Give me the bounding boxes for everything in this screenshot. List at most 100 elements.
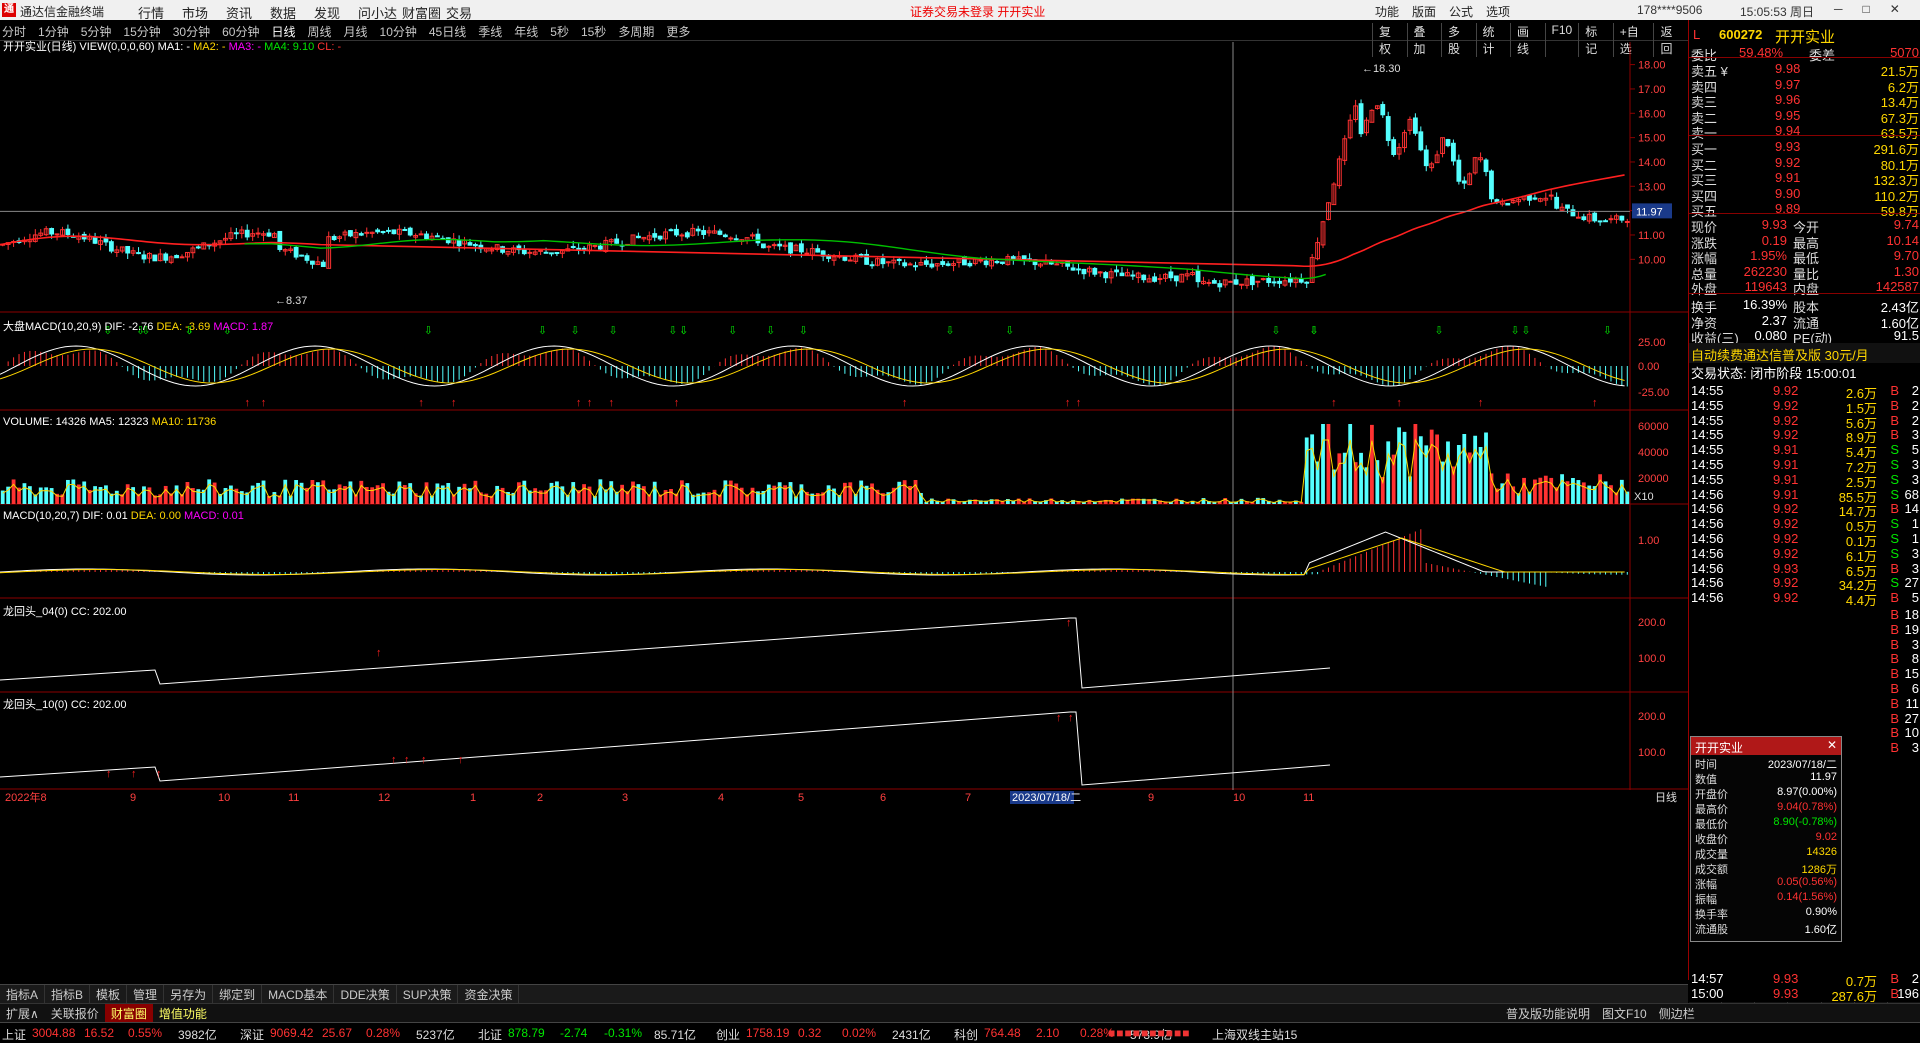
indicator-tab-8[interactable]: SUP决策	[397, 985, 459, 1004]
indicator-tab-4[interactable]: 另存为	[164, 985, 214, 1004]
tick-side: B	[1890, 651, 1899, 667]
candle-body	[320, 261, 326, 268]
candle-body	[310, 260, 315, 265]
candle-body	[804, 252, 810, 255]
x-axis-label: 9	[130, 792, 136, 804]
period-tab-12[interactable]: 年线	[514, 23, 538, 40]
x-axis-label: 2	[537, 792, 543, 804]
tick-price: 9.93	[1773, 971, 1799, 986]
cursor-price-label: 11.97	[1636, 206, 1663, 218]
title-right-menu: 功能 版面 公式 选项	[1375, 3, 1510, 20]
tick-time: 14:56	[1691, 516, 1724, 532]
tick-count: 18	[1904, 607, 1919, 622]
candle-body	[1532, 197, 1538, 200]
buy-arrow-icon: ↑	[1056, 712, 1062, 724]
ext-tab-1[interactable]: 关联报价	[45, 1004, 105, 1023]
indicator-tab-2[interactable]: 模板	[90, 985, 128, 1004]
tick-price: 9.93	[1773, 560, 1799, 576]
user-account[interactable]: 178****9506	[1637, 3, 1702, 17]
candle-body	[364, 231, 370, 234]
indicator-tab-0[interactable]: 指标A	[0, 985, 46, 1004]
indicator-tab-6[interactable]: MACD基本	[262, 985, 335, 1004]
candle-body	[1217, 283, 1223, 288]
popup-row-label: 流通股	[1695, 924, 1728, 936]
candle-body	[277, 230, 283, 250]
candle-body	[456, 239, 462, 247]
kline-chart[interactable]: 18.0017.0016.0015.0014.0013.0012.0011.00…	[0, 42, 1688, 966]
right-link-2[interactable]: 侧边栏	[1653, 1004, 1701, 1023]
menu-formula[interactable]: 公式	[1449, 3, 1473, 20]
candle-body	[1097, 271, 1103, 274]
period-tab-10[interactable]: 45日线	[429, 23, 466, 40]
candle-body	[1592, 212, 1598, 222]
macd1-tick-label: 25.00	[1638, 337, 1666, 349]
menu-layout[interactable]: 版面	[1412, 3, 1436, 20]
tick-side: B	[1890, 412, 1899, 428]
popup-close-icon[interactable]: ✕	[1827, 738, 1837, 752]
candle-body	[1233, 279, 1239, 285]
period-tab-8[interactable]: 月线	[344, 23, 368, 40]
ad-banner[interactable]: 自动续费通达信普及版 30元/月	[1689, 343, 1920, 363]
ext-tab-0[interactable]: 扩展∧	[0, 1004, 45, 1023]
candle-body	[885, 261, 891, 264]
login-notice[interactable]: 证券交易未登录 开开实业	[910, 3, 1045, 20]
tick-side: B	[1890, 740, 1899, 756]
macd1-macd: MACD: 1.87	[213, 321, 274, 333]
maximize-icon[interactable]: □	[1863, 2, 1870, 16]
stat-value: 0.19	[1761, 232, 1787, 248]
indicator-tab-9[interactable]: 资金决策	[458, 985, 520, 1004]
indicator-tab-3[interactable]: 管理	[127, 985, 165, 1004]
macd2-tick-label: 1.00	[1638, 535, 1659, 547]
tick-time: 14:56	[1691, 560, 1724, 576]
tick-price: 9.92	[1773, 516, 1799, 532]
indicator-tab-1[interactable]: 指标B	[45, 985, 91, 1004]
period-tab-11[interactable]: 季线	[478, 23, 502, 40]
menu-function[interactable]: 功能	[1375, 3, 1399, 20]
macd2-dif-line	[0, 531, 1625, 576]
ext-tab-2[interactable]: 财富圈	[104, 1004, 153, 1023]
candle-body	[695, 228, 701, 232]
period-tab-13[interactable]: 5秒	[550, 23, 569, 40]
tick-time: 14:55	[1691, 442, 1724, 458]
server-label[interactable]: 上海双线主站15	[1212, 1026, 1297, 1043]
macd1-dea: DEA: -3.69	[156, 321, 211, 333]
right-link-1[interactable]: 图文F10	[1596, 1004, 1653, 1023]
candle-body	[1260, 278, 1266, 281]
ask-price: 9.95	[1775, 107, 1801, 123]
period-tab-15[interactable]: 多周期	[618, 23, 654, 40]
period-tab-16[interactable]: 更多	[666, 23, 690, 40]
indicator-tab-5[interactable]: 绑定到	[213, 985, 263, 1004]
close-icon[interactable]: ✕	[1890, 2, 1900, 16]
macd2-macd: MACD: 0.01	[184, 510, 244, 522]
tick-price: 9.92	[1773, 412, 1799, 428]
macd2-dea: DEA: 0.00	[130, 510, 181, 522]
tick-count: 2	[1911, 971, 1919, 986]
candle-body	[331, 236, 337, 241]
menu-options[interactable]: 选项	[1486, 3, 1510, 20]
index-c: -2.74	[560, 1026, 588, 1040]
tick-side: B	[1890, 971, 1899, 986]
period-tab-14[interactable]: 15秒	[581, 23, 606, 40]
ext-tab-3[interactable]: 增值功能	[153, 1004, 213, 1023]
x-axis-label: 4	[718, 792, 724, 804]
minimize-icon[interactable]: ─	[1834, 2, 1843, 16]
index-v: 764.48	[984, 1026, 1021, 1040]
indicator-tab-7[interactable]: DDE决策	[334, 985, 397, 1004]
popup-row: 收盘价 9.02	[1691, 830, 1841, 846]
chart-area[interactable]: 18.0017.0016.0015.0014.0013.0012.0011.00…	[0, 41, 1688, 966]
popup-row-value: 14326	[1806, 846, 1837, 858]
candle-body	[1483, 159, 1489, 173]
index-a: 85.71亿	[654, 1028, 697, 1042]
candle-body	[1298, 278, 1304, 283]
tick-side: B	[1890, 621, 1899, 637]
data-popup[interactable]: 开开实业 ✕ 时间 2023/07/18/二 数值 11.97 开盘价 8.97(0.00…	[1690, 736, 1842, 942]
right-link-0[interactable]: 普及版功能说明	[1500, 1004, 1596, 1023]
panel-divider	[1689, 57, 1920, 58]
period-tab-9[interactable]: 10分钟	[380, 23, 417, 40]
popup-row: 振幅 0.14(1.56%)	[1691, 890, 1841, 906]
buy-arrow-icon: ↑	[1066, 617, 1072, 629]
candle-body	[1114, 269, 1119, 273]
dragon10-line	[0, 711, 1331, 786]
stat-value2: 10.14	[1886, 232, 1919, 248]
stock-code: 600272	[1719, 27, 1763, 42]
